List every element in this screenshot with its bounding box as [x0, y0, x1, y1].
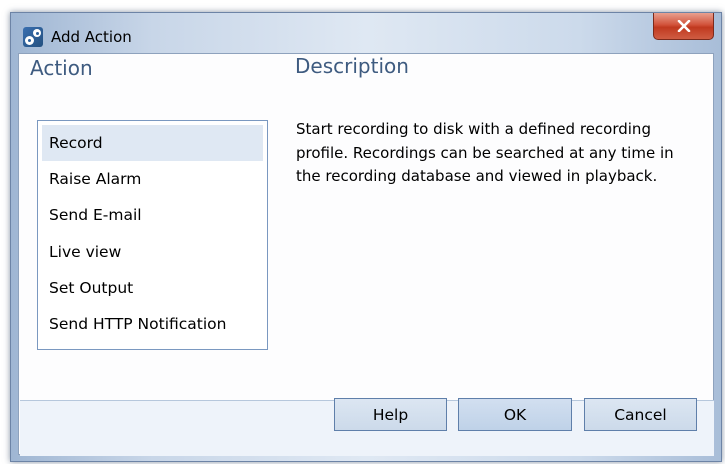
list-item-live-view[interactable]: Live view: [42, 234, 263, 270]
list-item-send-http-notification[interactable]: Send HTTP Notification: [42, 306, 263, 342]
help-button[interactable]: Help: [334, 398, 447, 431]
close-button[interactable]: [653, 13, 714, 40]
list-item-set-output[interactable]: Set Output: [42, 270, 263, 306]
gears-app-icon: [23, 27, 43, 47]
window-title: Add Action: [51, 28, 132, 46]
description-heading: Description: [295, 54, 409, 78]
description-text: Start recording to disk with a defined r…: [296, 120, 674, 185]
list-item-send-email[interactable]: Send E-mail: [42, 197, 263, 233]
close-icon: [677, 20, 690, 32]
action-heading: Action: [30, 56, 93, 80]
action-list[interactable]: Record Raise Alarm Send E-mail Live view…: [37, 120, 268, 350]
list-item-record[interactable]: Record: [42, 125, 263, 162]
title-bar[interactable]: Add Action: [11, 13, 721, 49]
cancel-button[interactable]: Cancel: [584, 398, 697, 431]
list-item-raise-alarm[interactable]: Raise Alarm: [42, 161, 263, 197]
ok-button[interactable]: OK: [458, 398, 572, 431]
